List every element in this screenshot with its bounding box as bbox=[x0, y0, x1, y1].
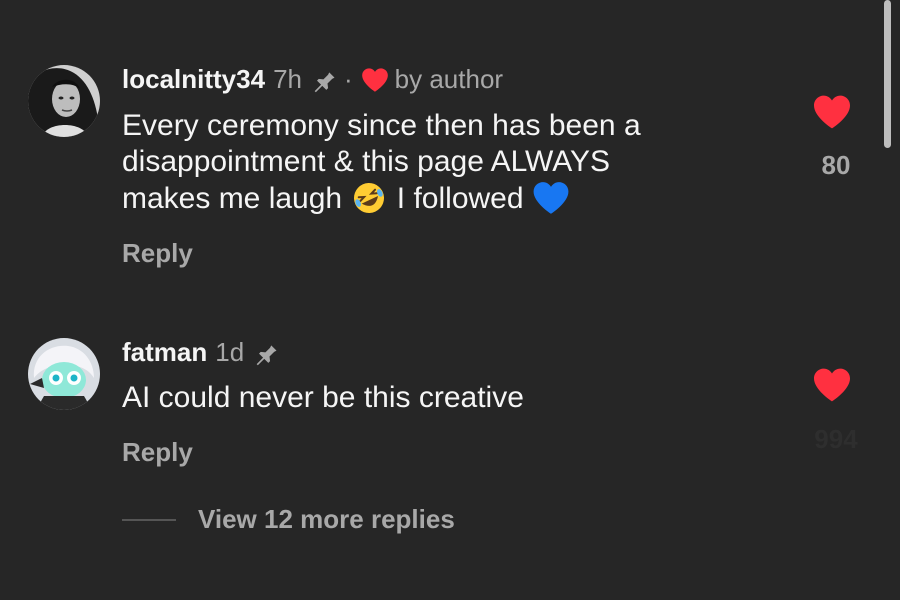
comment-text: AI could never be this creative bbox=[122, 381, 524, 414]
by-author-label: by author bbox=[394, 64, 504, 94]
timestamp: 7h bbox=[273, 64, 302, 94]
author-liked-heart-icon bbox=[361, 67, 389, 93]
comment-text-line: makes me laugh I followed bbox=[122, 180, 742, 217]
pin-icon bbox=[310, 66, 338, 94]
avatar[interactable] bbox=[28, 65, 100, 137]
view-more-replies-label: View 12 more replies bbox=[198, 504, 455, 534]
like-count: 80 bbox=[821, 150, 851, 180]
comment-text: Every ceremony since then has been a dis… bbox=[122, 108, 742, 217]
scrollbar[interactable] bbox=[884, 0, 891, 148]
comment-text-segment: I followed bbox=[396, 182, 524, 215]
comment-text-line: disappointment & this page ALWAYS bbox=[122, 145, 611, 178]
like-heart-icon[interactable] bbox=[812, 367, 860, 407]
view-more-replies-button[interactable]: View 12 more replies bbox=[122, 504, 455, 535]
timestamp: 1d bbox=[215, 337, 245, 367]
comment-text-segment: makes me laugh bbox=[122, 182, 343, 215]
username[interactable]: localnitty34 bbox=[122, 64, 265, 95]
rolling-laughing-emoji-icon bbox=[350, 180, 388, 216]
comment-text-line: Every ceremony since then has been a bbox=[122, 109, 641, 142]
separator-dot: · bbox=[343, 64, 353, 94]
username[interactable]: fatman bbox=[122, 337, 207, 368]
reply-button[interactable]: Reply bbox=[122, 238, 193, 269]
pin-icon bbox=[252, 339, 280, 367]
reply-button[interactable]: Reply bbox=[122, 437, 193, 468]
avatar[interactable] bbox=[28, 338, 100, 410]
replies-divider-line bbox=[122, 518, 176, 521]
like-count: 994 bbox=[814, 424, 858, 454]
like-heart-icon[interactable] bbox=[812, 94, 860, 134]
blue-heart-emoji-icon bbox=[532, 180, 570, 216]
